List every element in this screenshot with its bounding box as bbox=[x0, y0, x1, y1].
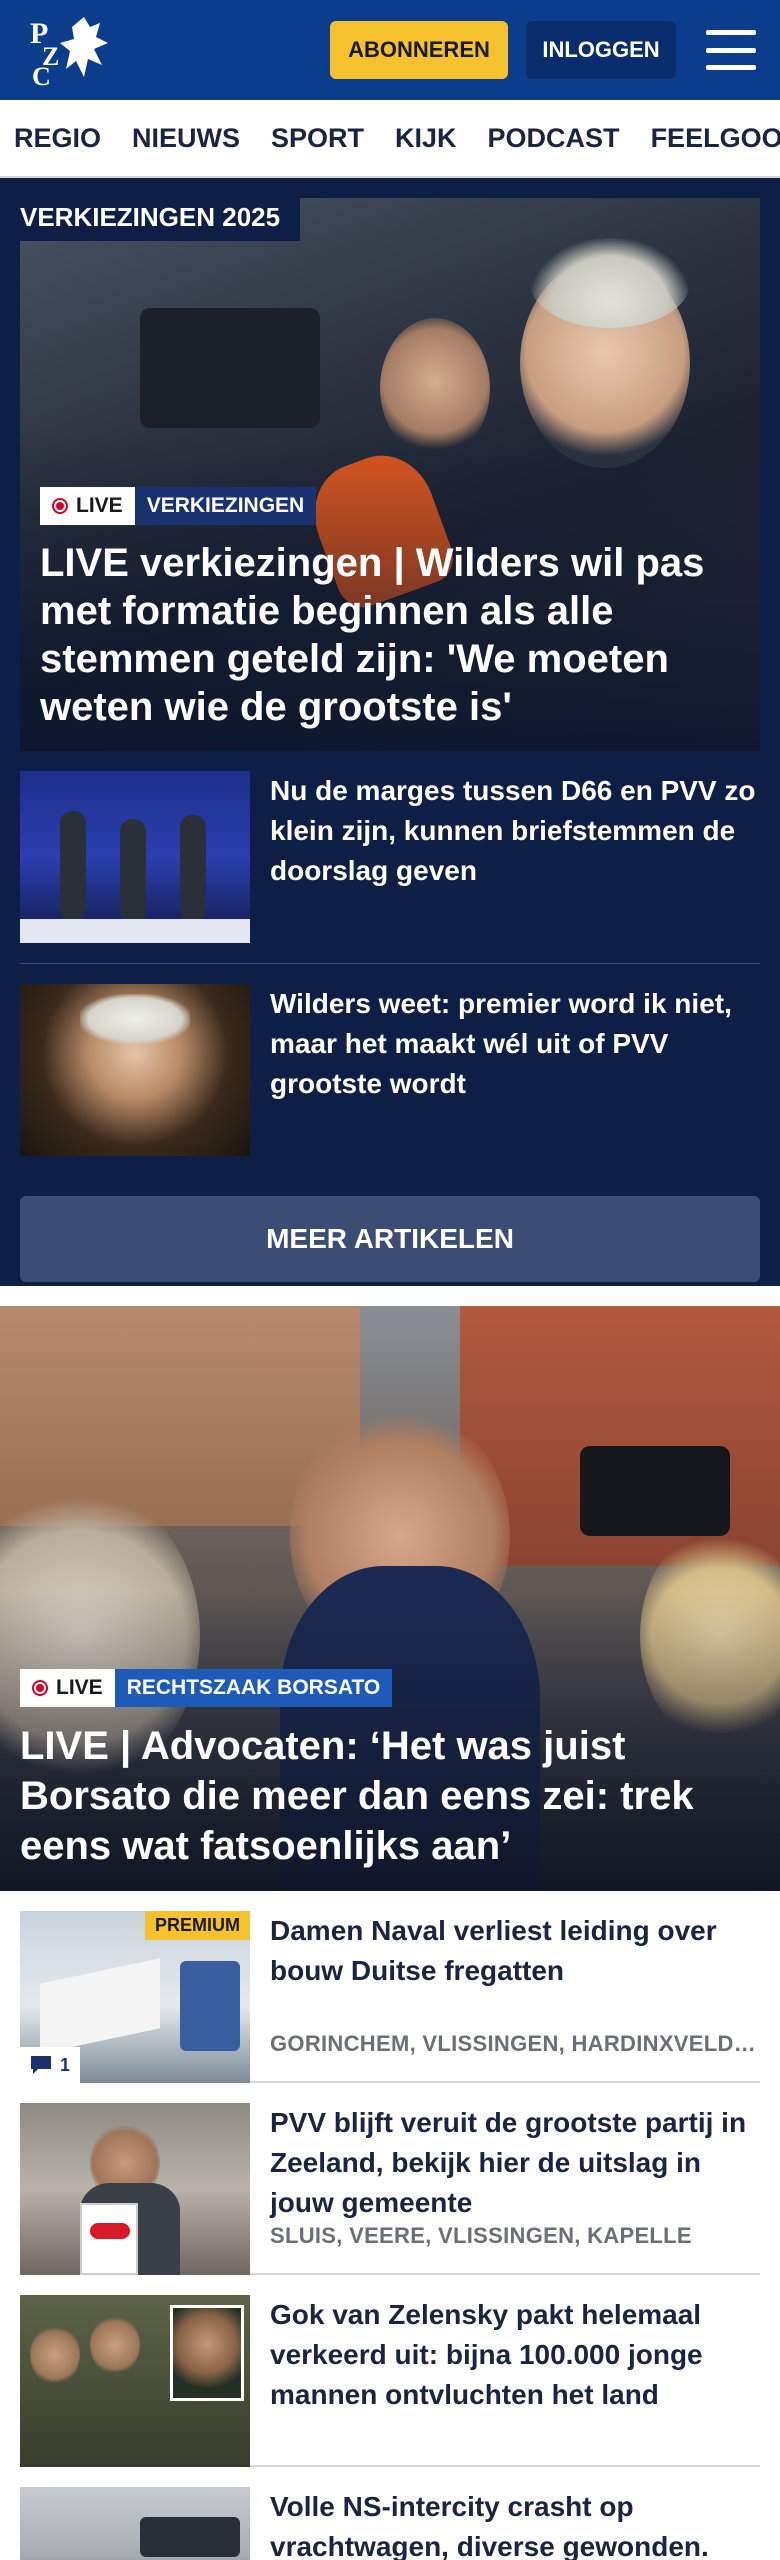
nav-item-podcast[interactable]: PODCAST bbox=[488, 123, 620, 154]
live-badge: LIVE bbox=[40, 487, 135, 525]
list-item-title: Volle NS-intercity crasht op vrachtwagen… bbox=[270, 2491, 709, 2560]
list-item[interactable]: PVV blijft veruit de grootste partij in … bbox=[20, 2083, 760, 2275]
pzc-logo[interactable]: P Z C bbox=[28, 10, 112, 90]
hero-text: LIVE RECHTSZAAK BORSATO LIVE | Advocaten… bbox=[20, 1669, 760, 1871]
list-item[interactable]: Volle NS-intercity crasht op vrachtwagen… bbox=[20, 2467, 760, 2560]
nav-item-feelgood[interactable]: FEELGOOD bbox=[651, 123, 780, 154]
comment-icon bbox=[31, 2056, 51, 2074]
article-thumbnail bbox=[20, 2295, 250, 2467]
article-thumbnail: PREMIUM 1 bbox=[20, 1911, 250, 2083]
live-dot-icon bbox=[52, 498, 68, 514]
election-article[interactable]: Nu de marges tussen D66 en PVV zo klein … bbox=[20, 751, 760, 964]
comment-count[interactable]: 1 bbox=[20, 2047, 81, 2083]
article-thumbnail bbox=[20, 2103, 250, 2275]
nav-item-nieuws[interactable]: NIEUWS bbox=[132, 123, 240, 154]
live-badge: LIVE bbox=[20, 1669, 115, 1707]
nav-item-kijk[interactable]: KIJK bbox=[395, 123, 457, 154]
list-item-location: SLUIS, VEERE, VLISSINGEN, KAPELLE bbox=[270, 2223, 692, 2248]
election-hero[interactable]: VERKIEZINGEN 2025 LIVE VERKIEZINGEN LIVE… bbox=[20, 198, 760, 751]
list-item-location: GORINCHEM, VLISSINGEN, HARDINXVELD-GIESS… bbox=[270, 2031, 760, 2056]
nav-item-sport[interactable]: SPORT bbox=[271, 123, 364, 154]
live-label: LIVE bbox=[56, 1676, 103, 1699]
more-articles-button[interactable]: MEER ARTIKELEN bbox=[20, 1196, 760, 1282]
election-article[interactable]: Wilders weet: premier word ik niet, maar… bbox=[20, 964, 760, 1176]
list-item-content: PVV blijft veruit de grootste partij in … bbox=[270, 2103, 760, 2253]
list-item-content: Volle NS-intercity crasht op vrachtwagen… bbox=[270, 2487, 760, 2560]
list-item[interactable]: Gok van Zelensky pakt helemaal verkeerd … bbox=[20, 2275, 760, 2467]
premium-badge: PREMIUM bbox=[145, 1911, 250, 1940]
list-item-content: Damen Naval verliest leiding over bouw D… bbox=[270, 1911, 760, 2061]
article-title: Wilders weet: premier word ik niet, maar… bbox=[270, 988, 732, 1099]
article-thumbnail bbox=[20, 984, 250, 1156]
hero-headline[interactable]: LIVE | Advocaten: ‘Het was juist Borsato… bbox=[20, 1721, 760, 1871]
list-item[interactable]: PREMIUM 1 Damen Naval verliest leiding o… bbox=[20, 1891, 760, 2083]
list-item-title: PVV blijft veruit de grootste partij in … bbox=[270, 2107, 747, 2218]
list-item-title: Gok van Zelensky pakt helemaal verkeerd … bbox=[270, 2299, 703, 2410]
article-title: Nu de marges tussen D66 en PVV zo klein … bbox=[270, 775, 756, 886]
pzc-logo-icon: P Z C bbox=[30, 17, 108, 87]
site-header: P Z C ABONNEREN INLOGGEN bbox=[0, 0, 780, 100]
list-item-content: Gok van Zelensky pakt helemaal verkeerd … bbox=[270, 2295, 760, 2445]
live-label: LIVE bbox=[76, 494, 123, 517]
menu-icon[interactable] bbox=[706, 30, 756, 70]
article-thumbnail bbox=[20, 2487, 250, 2560]
svg-text:C: C bbox=[32, 62, 51, 87]
live-dot-icon bbox=[32, 1680, 48, 1696]
article-thumbnail bbox=[20, 771, 250, 943]
hero-text: LIVE VERKIEZINGEN LIVE verkiezingen | Wi… bbox=[40, 487, 740, 731]
main-nav: REGIO NIEUWS SPORT KIJK PODCAST FEELGOOD bbox=[0, 100, 780, 178]
topic-badge: RECHTSZAAK BORSATO bbox=[114, 1669, 393, 1707]
borsato-hero[interactable]: LIVE RECHTSZAAK BORSATO LIVE | Advocaten… bbox=[0, 1306, 780, 1891]
election-section: VERKIEZINGEN 2025 LIVE VERKIEZINGEN LIVE… bbox=[0, 178, 780, 1286]
nav-item-regio[interactable]: REGIO bbox=[14, 123, 101, 154]
hero-tags: LIVE RECHTSZAAK BORSATO bbox=[20, 1669, 760, 1707]
subscribe-button[interactable]: ABONNEREN bbox=[330, 21, 508, 79]
hero-headline[interactable]: LIVE verkiezingen | Wilders wil pas met … bbox=[40, 539, 740, 731]
section-label[interactable]: VERKIEZINGEN 2025 bbox=[20, 198, 301, 241]
topic-badge: VERKIEZINGEN bbox=[134, 487, 317, 525]
list-item-title: Damen Naval verliest leiding over bouw D… bbox=[270, 1915, 717, 1986]
login-button[interactable]: INLOGGEN bbox=[526, 21, 676, 79]
hero-tags: LIVE VERKIEZINGEN bbox=[40, 487, 740, 525]
comment-count-value: 1 bbox=[60, 2054, 71, 2075]
